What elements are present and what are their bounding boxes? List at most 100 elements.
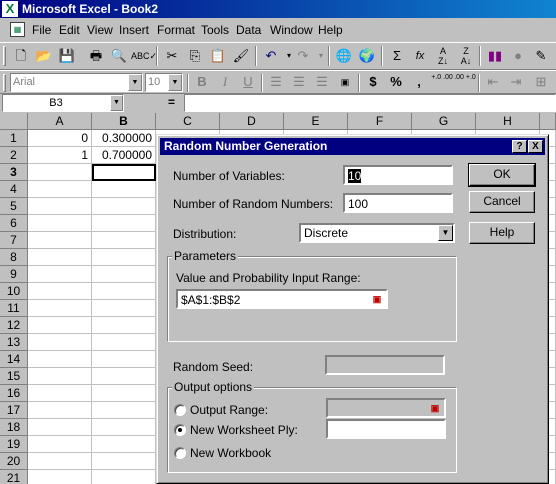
grid-cell[interactable] <box>28 453 92 470</box>
distribution-select[interactable]: Discrete ▼ <box>299 223 455 243</box>
row-header[interactable]: 4 <box>0 181 28 198</box>
align-center-icon[interactable]: ☰ <box>288 71 310 93</box>
cell-a2[interactable]: 1 <box>28 147 92 164</box>
menu-file[interactable]: File <box>32 23 51 37</box>
new-worksheet-ply-input[interactable] <box>326 419 446 439</box>
close-caption-button[interactable]: X <box>528 140 543 153</box>
row-header[interactable]: 14 <box>0 351 28 368</box>
font-size-combo[interactable]: 10 ▼ <box>145 73 183 92</box>
grid-cell[interactable] <box>28 232 92 249</box>
menu-help[interactable]: Help <box>318 23 343 37</box>
column-header[interactable]: E <box>284 113 348 130</box>
grid-cell[interactable] <box>28 334 92 351</box>
row-header[interactable]: 13 <box>0 334 28 351</box>
num-random-input[interactable]: 100 <box>343 193 453 213</box>
row-header[interactable]: 11 <box>0 300 28 317</box>
grid-cell[interactable] <box>28 436 92 453</box>
toolbar-grip[interactable] <box>3 46 6 66</box>
formula-input[interactable] <box>184 94 556 112</box>
column-header[interactable]: F <box>348 113 412 130</box>
print-preview-icon[interactable]: 🔍 <box>108 45 130 67</box>
range-select-icon[interactable]: ▣ <box>369 292 385 306</box>
italic-button[interactable]: I <box>214 71 236 93</box>
font-combo[interactable]: Arial ▼ <box>10 73 143 92</box>
help-button[interactable]: Help <box>469 222 535 244</box>
grid-cell[interactable] <box>28 470 92 484</box>
column-header[interactable]: C <box>156 113 220 130</box>
grid-cell[interactable] <box>28 164 92 181</box>
new-workbook-radio[interactable] <box>174 447 186 459</box>
column-header[interactable]: G <box>412 113 476 130</box>
save-icon[interactable]: 💾 <box>56 45 78 67</box>
ok-button[interactable]: OK <box>468 163 536 187</box>
row-header[interactable]: 5 <box>0 198 28 215</box>
grid-cell[interactable] <box>92 198 156 215</box>
sort-ascending-icon[interactable]: A Z↓ <box>432 45 454 67</box>
web-toolbar-icon[interactable]: 🌍 <box>356 45 378 67</box>
num-variables-input[interactable]: 10 <box>343 165 453 185</box>
grid-cell[interactable] <box>92 317 156 334</box>
select-all-corner[interactable] <box>0 113 28 130</box>
column-header[interactable]: A <box>28 113 92 130</box>
new-icon[interactable]: 🗋 <box>10 45 32 67</box>
chevron-down-icon[interactable]: ▼ <box>168 74 182 91</box>
value-prob-input[interactable]: $A$1:$B$2 ▣ <box>176 289 388 309</box>
menu-edit[interactable]: Edit <box>59 23 80 37</box>
grid-cell[interactable] <box>92 453 156 470</box>
grid-cell[interactable] <box>92 181 156 198</box>
drawing-icon[interactable]: ✎ <box>530 45 552 67</box>
grid-cell[interactable] <box>92 334 156 351</box>
new-worksheet-ply-label[interactable]: New Worksheet Ply: <box>190 423 298 437</box>
grid-cell[interactable] <box>28 419 92 436</box>
cell-b2[interactable]: 0.700000 <box>92 147 156 164</box>
grid-cell[interactable] <box>92 419 156 436</box>
row-header[interactable]: 17 <box>0 402 28 419</box>
spelling-icon[interactable]: ABC✓ <box>131 45 157 67</box>
name-box[interactable]: B3 ▼ <box>2 94 124 112</box>
currency-button[interactable]: $ <box>362 71 384 93</box>
row-header[interactable]: 6 <box>0 215 28 232</box>
row-header[interactable]: 21 <box>0 470 28 484</box>
print-icon[interactable]: 🖶 <box>85 45 107 67</box>
row-header[interactable]: 18 <box>0 419 28 436</box>
menu-view[interactable]: View <box>87 23 113 37</box>
row-header[interactable]: 20 <box>0 453 28 470</box>
grid-cell[interactable] <box>28 283 92 300</box>
column-header[interactable]: D <box>220 113 284 130</box>
grid-cell[interactable] <box>28 266 92 283</box>
grid-cell[interactable] <box>28 215 92 232</box>
grid-cell[interactable] <box>28 317 92 334</box>
grid-cell[interactable] <box>92 470 156 484</box>
help-caption-button[interactable]: ? <box>512 140 527 153</box>
row-header[interactable]: 19 <box>0 436 28 453</box>
output-range-input[interactable]: ▣ <box>326 398 446 418</box>
workbook-icon[interactable]: ▦ <box>10 22 25 37</box>
hyperlink-icon[interactable]: 🌐 <box>333 45 355 67</box>
toolbar-grip[interactable] <box>3 74 6 92</box>
row-header[interactable]: 2 <box>0 147 28 164</box>
row-header[interactable]: 9 <box>0 266 28 283</box>
row-header[interactable]: 3 <box>0 164 28 181</box>
new-workbook-label[interactable]: New Workbook <box>190 446 271 460</box>
comma-button[interactable]: , <box>408 71 430 93</box>
chevron-down-icon[interactable]: ▼ <box>128 74 142 91</box>
row-header[interactable]: 8 <box>0 249 28 266</box>
random-seed-input[interactable] <box>325 355 445 375</box>
increase-decimal-button[interactable]: +.0 .00 <box>431 71 453 93</box>
grid-cell[interactable] <box>92 249 156 266</box>
percent-button[interactable]: % <box>385 71 407 93</box>
grid-cell[interactable] <box>28 368 92 385</box>
grid-cell[interactable] <box>28 249 92 266</box>
column-header[interactable] <box>540 113 556 130</box>
align-right-icon[interactable]: ☰ <box>311 71 333 93</box>
cut-icon[interactable]: ✂ <box>161 45 183 67</box>
active-cell-b3[interactable] <box>92 164 156 181</box>
grid-cell[interactable] <box>92 368 156 385</box>
menu-format[interactable]: Format <box>157 23 195 37</box>
new-worksheet-ply-radio[interactable] <box>174 424 186 436</box>
increase-indent-icon[interactable]: ⇥ <box>505 71 527 93</box>
grid-cell[interactable] <box>92 351 156 368</box>
chevron-down-icon[interactable]: ▼ <box>438 225 453 241</box>
output-range-label[interactable]: Output Range: <box>190 403 268 417</box>
grid-cell[interactable] <box>28 402 92 419</box>
